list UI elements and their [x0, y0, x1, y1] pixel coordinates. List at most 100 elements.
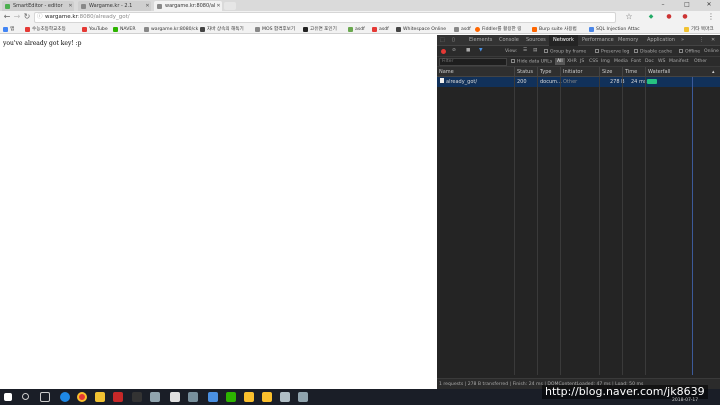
- device-toggle-icon[interactable]: ▯: [452, 35, 455, 46]
- tab-network[interactable]: Network: [549, 35, 578, 46]
- filter-type[interactable]: XHR: [567, 59, 577, 64]
- column-waterfall[interactable]: Waterfall: [645, 67, 720, 77]
- edge-icon[interactable]: [60, 392, 70, 402]
- camera-icon[interactable]: ■: [466, 48, 470, 53]
- forward-arrow-icon[interactable]: →: [12, 12, 22, 22]
- bookmark-apps[interactable]: 앱: [3, 25, 14, 33]
- address-bar[interactable]: ⓘ wargame.kr:8080/already_got/: [34, 12, 616, 23]
- tab-performance[interactable]: Performance: [582, 35, 614, 46]
- filter-type[interactable]: Manifest: [669, 59, 689, 64]
- app-icon[interactable]: [280, 392, 290, 402]
- offline-checkbox[interactable]: Offline: [679, 49, 700, 55]
- other-bookmarks[interactable]: 기타 북마크: [684, 25, 714, 33]
- app-icon[interactable]: [150, 392, 160, 402]
- tab-memory[interactable]: Memory: [618, 35, 638, 46]
- tab-close-icon[interactable]: ✕: [215, 3, 222, 9]
- tab-console[interactable]: Console: [499, 35, 519, 46]
- tab-favicon: [157, 3, 162, 9]
- preserve-log-checkbox[interactable]: Preserve log: [595, 49, 629, 55]
- disable-cache-checkbox[interactable]: Disable cache: [634, 49, 672, 55]
- bookmark-item[interactable]: MOS 합격후보기: [255, 25, 295, 33]
- filter-type[interactable]: Font: [631, 59, 641, 64]
- back-arrow-icon[interactable]: ←: [2, 12, 12, 22]
- bookmark-item[interactable]: wargame.kr:8080/ck: [144, 25, 198, 33]
- app-icon[interactable]: [132, 392, 142, 402]
- filter-type[interactable]: Other: [694, 59, 707, 64]
- minimize-button[interactable]: –: [652, 0, 674, 10]
- browser-tab[interactable]: SmartEditor - editor ✕: [2, 1, 74, 11]
- filter-type[interactable]: Media: [614, 59, 628, 64]
- bookmark-item[interactable]: 자바 상속의 해독기: [200, 25, 244, 33]
- tab-sources[interactable]: Sources: [526, 35, 546, 46]
- app-icon[interactable]: [226, 392, 236, 402]
- app-icon[interactable]: [244, 392, 254, 402]
- clear-icon[interactable]: ⊘: [452, 48, 456, 53]
- overview-icon[interactable]: ▤: [533, 48, 537, 53]
- menu-icon[interactable]: ⋮: [706, 12, 716, 22]
- bookmark-item[interactable]: asdf: [372, 25, 389, 33]
- browser-tab[interactable]: Wargame.kr - 2.1 ✕: [78, 1, 151, 11]
- app-icon[interactable]: [170, 392, 180, 402]
- filter-type[interactable]: Img: [601, 59, 610, 64]
- group-by-frame-checkbox[interactable]: Group by frame: [544, 49, 586, 55]
- bookmark-item[interactable]: NAVER: [113, 25, 136, 33]
- bookmark-item[interactable]: asdf: [454, 25, 471, 33]
- app-icon[interactable]: [188, 392, 198, 402]
- app-icon[interactable]: [262, 392, 272, 402]
- filter-type[interactable]: Doc: [645, 59, 654, 64]
- throttling-select[interactable]: Online: [704, 49, 719, 54]
- extension-icon[interactable]: ●: [680, 12, 690, 22]
- filter-icon[interactable]: ▼: [479, 48, 483, 53]
- bookmark-item[interactable]: Whitespace Online: [396, 25, 446, 33]
- large-rows-icon[interactable]: ☰: [523, 48, 527, 53]
- waterfall-sort-icon[interactable]: ▴: [710, 67, 715, 77]
- tab-close-icon[interactable]: ✕: [67, 3, 74, 9]
- explorer-icon[interactable]: [95, 392, 105, 402]
- column-type[interactable]: Type: [537, 67, 560, 77]
- bookmark-item[interactable]: asdf: [348, 25, 365, 33]
- column-time[interactable]: Time: [622, 67, 645, 77]
- filter-type[interactable]: CSS: [589, 59, 598, 64]
- close-window-button[interactable]: ✕: [698, 0, 720, 10]
- tab-close-icon[interactable]: ✕: [144, 3, 151, 9]
- task-view-icon[interactable]: [40, 392, 50, 402]
- filter-type[interactable]: JS: [580, 59, 584, 64]
- column-initiator[interactable]: Initiator: [560, 67, 599, 77]
- table-row[interactable]: already_got/ 200 docum... Other 278 B 24…: [437, 77, 720, 87]
- new-tab-button[interactable]: [224, 2, 236, 10]
- extension-icon[interactable]: ●: [664, 12, 674, 22]
- reload-icon[interactable]: ↻: [22, 12, 32, 22]
- record-icon[interactable]: [441, 49, 446, 54]
- column-divider: [537, 77, 538, 375]
- bookmark-label: YouTube: [89, 26, 108, 32]
- more-tabs-button[interactable]: »: [681, 35, 684, 46]
- tab-elements[interactable]: Elements: [469, 35, 492, 46]
- app-icon[interactable]: [113, 392, 123, 402]
- devtools-close-icon[interactable]: ✕: [711, 35, 715, 46]
- bookmark-star-icon[interactable]: ☆: [624, 12, 634, 22]
- extension-icon[interactable]: ◆: [646, 12, 656, 22]
- column-size[interactable]: Size: [599, 67, 622, 77]
- filter-type[interactable]: WS: [658, 59, 665, 64]
- filter-all-button[interactable]: All: [555, 58, 565, 65]
- app-icon[interactable]: [208, 392, 218, 402]
- chrome-icon[interactable]: [77, 392, 87, 402]
- bookmark-item[interactable]: 고유면 포인기: [303, 25, 337, 33]
- tab-application[interactable]: Application: [647, 35, 675, 46]
- column-status[interactable]: Status: [514, 67, 537, 77]
- search-icon[interactable]: [22, 393, 29, 400]
- bookmark-item[interactable]: 수능초등학교초등: [25, 25, 66, 33]
- column-name[interactable]: Name: [437, 67, 514, 77]
- hide-data-urls-checkbox[interactable]: Hide data URLs: [511, 59, 552, 65]
- inspect-icon[interactable]: ⬚: [440, 35, 445, 46]
- windows-start-icon[interactable]: [4, 393, 12, 401]
- devtools-menu-icon[interactable]: ⋮: [699, 35, 704, 46]
- bookmark-item[interactable]: YouTube: [82, 25, 108, 33]
- browser-tab-active[interactable]: wargame.kr:8080/alrea ✕: [154, 1, 222, 11]
- app-icon[interactable]: [298, 392, 308, 402]
- bookmark-item[interactable]: Fiddler를 활용한 링: [475, 25, 521, 33]
- bookmark-item[interactable]: SQL Injection Attac: [589, 25, 640, 33]
- bookmark-item[interactable]: Burp suite 사용법: [532, 25, 577, 33]
- disable-cache-label: Disable cache: [640, 49, 673, 55]
- maximize-button[interactable]: □: [676, 0, 698, 10]
